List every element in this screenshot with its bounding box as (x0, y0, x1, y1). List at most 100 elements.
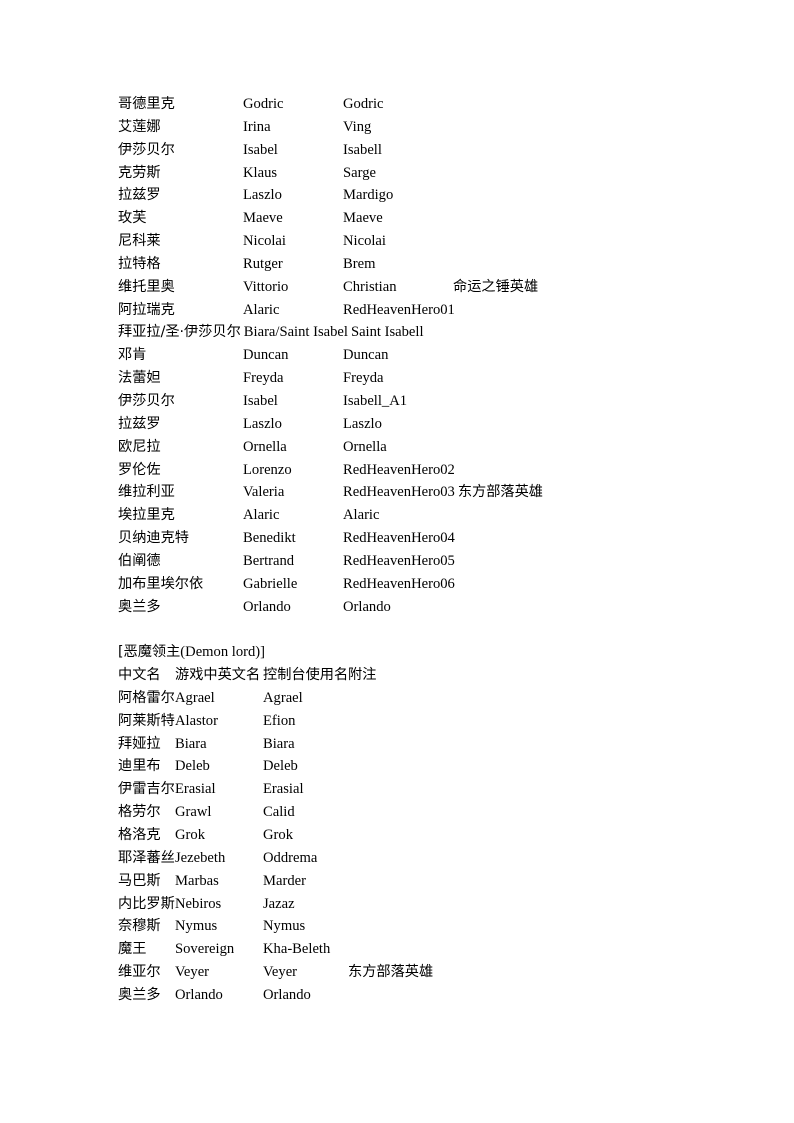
cell-ingame-english-name: Rutger (243, 255, 283, 272)
cell-console-name: Erasial (263, 781, 304, 798)
table-row: 迪里布 Deleb Deleb (118, 755, 678, 778)
cell-ingame-english-name: Bertrand (243, 552, 295, 569)
table-row: 阿莱斯特Alastor Efion (118, 710, 678, 733)
cell-ingame-english-name: Nicolai (243, 233, 286, 250)
table-row: 埃拉里克 Alaric Alaric (118, 504, 678, 527)
cell-ingame-english-name: Grok (175, 827, 205, 843)
cell-ingame-english-name: Biara/Saint Isabel (243, 324, 348, 341)
cell-ingame-english-name: Deleb (175, 758, 210, 775)
table-row: 维拉利亚 Valeria RedHeavenHero03 东方部落英雄 (118, 481, 678, 504)
cell-chinese-name: 维拉利亚 (118, 484, 175, 501)
demon-lord-header-row: 中文名 游戏中英文名 控制台使用名附注 (118, 664, 678, 687)
column-header-chinese-name: 中文名 (118, 667, 161, 684)
cell-ingame-english-name: Erasial (175, 781, 216, 798)
table-row: 阿格雷尔Agrael Agrael (118, 687, 678, 710)
document-page: 哥德里克 Godric Godric 艾莲娜 Irina Ving 伊莎贝尔 Isabel Is… (0, 0, 794, 1123)
cell-chinese-name: 格洛克 (118, 827, 161, 843)
table-row: 拉兹罗 Laszlo Mardigo (118, 184, 678, 207)
cell-chinese-name: 玫芙 (118, 210, 147, 227)
cell-note: 东方部落英雄 (457, 484, 543, 501)
cell-ingame-english-name: Isabel (243, 392, 278, 409)
table-row: 格洛克 Grok Grok (118, 824, 678, 847)
cell-ingame-english-name: Vittorio (243, 278, 289, 295)
cell-chinese-name: 伊雷吉尔 (118, 781, 175, 798)
cell-ingame-english-name: Ornella (243, 438, 287, 455)
cell-ingame-english-name: Biara (175, 735, 207, 752)
cell-chinese-name: 魔王 (118, 941, 147, 958)
table-row: 奈穆斯 Nymus Nymus (118, 915, 678, 938)
cell-chinese-name: 克劳斯 (118, 164, 161, 181)
cell-ingame-english-name: Marbas (175, 872, 219, 889)
column-header-console-name: 控制台使用名 (263, 667, 349, 684)
table-row: 格劳尔 Grawl Calid (118, 801, 678, 824)
cell-console-name: RedHeavenHero06 (343, 575, 455, 592)
cell-console-name: Grok (263, 827, 293, 843)
cell-console-name: Maeve (343, 210, 383, 227)
cell-ingame-english-name: Valeria (243, 484, 285, 501)
cell-ingame-english-name: Nebiros (175, 895, 222, 912)
cell-console-name: Biara (263, 735, 295, 752)
document-body: 哥德里克 Godric Godric 艾莲娜 Irina Ving 伊莎贝尔 Isabel Is… (118, 93, 678, 1007)
table-row: 维托里奥 Vittorio Christian 命运之锤英雄 (118, 276, 678, 299)
table-row: 艾莲娜 Irina Ving (118, 116, 678, 139)
table-row: 奥兰多 Orlando Orlando (118, 596, 678, 619)
table-row: 阿拉瑞克 Alaric RedHeavenHero01 (118, 299, 678, 322)
table-row: 魔王 Sovereign Kha-Beleth (118, 938, 678, 961)
cell-console-name: Isabell (343, 141, 382, 158)
cell-console-name: Mardigo (343, 187, 394, 204)
cell-chinese-name: 拜娅拉 (118, 735, 161, 752)
table-separator (118, 618, 678, 641)
cell-ingame-english-name: Godric (243, 96, 284, 112)
cell-chinese-name: 伊莎贝尔 (118, 392, 175, 409)
cell-console-name: RedHeavenHero04 (343, 530, 455, 547)
demon-lord-section-title-cn: [恶魔领主 (118, 644, 181, 661)
cell-chinese-name: 奈穆斯 (118, 918, 161, 935)
cell-console-name: RedHeavenHero01 (343, 301, 455, 318)
cell-console-name: Orlando (263, 986, 311, 1003)
cell-ingame-english-name: Orlando (243, 598, 291, 615)
cell-ingame-english-name: Jezebeth (175, 849, 226, 866)
cell-chinese-name: 奥兰多 (118, 598, 161, 615)
table-row: 法蕾妲 Freyda Freyda (118, 367, 678, 390)
demon-lord-section-title: [恶魔领主(Demon lord)] (118, 641, 678, 664)
cell-chinese-name: 马巴斯 (118, 872, 161, 889)
cell-chinese-name: 奥兰多 (118, 986, 161, 1003)
table-row: 罗伦佐 Lorenzo RedHeavenHero02 (118, 459, 678, 482)
table-row: 加布里埃尔依 Gabrielle RedHeavenHero06 (118, 573, 678, 596)
hero-name-table-haven: 哥德里克 Godric Godric 艾莲娜 Irina Ving 伊莎贝尔 Isabel Is… (118, 93, 678, 618)
table-row: 克劳斯 Klaus Sarge (118, 162, 678, 185)
cell-chinese-name: 欧尼拉 (118, 438, 161, 455)
cell-chinese-name: 内比罗斯 (118, 895, 175, 912)
cell-ingame-english-name: Grawl (175, 804, 212, 821)
table-row: 拉兹罗 Laszlo Laszlo (118, 413, 678, 436)
table-row: 邓肯 Duncan Duncan (118, 344, 678, 367)
cell-console-name: Oddrema (263, 849, 318, 866)
cell-console-name: RedHeavenHero02 (343, 461, 455, 478)
cell-ingame-english-name: Alaric (243, 507, 280, 524)
cell-console-name: Agrael (263, 689, 303, 706)
cell-chinese-name: 阿格雷尔 (118, 689, 175, 706)
cell-console-name: Efion (263, 712, 296, 729)
table-row: 欧尼拉 Ornella Ornella (118, 436, 678, 459)
cell-ingame-english-name: Gabrielle (243, 575, 298, 592)
cell-chinese-name: 拉特格 (118, 255, 161, 272)
cell-console-name: Nymus (263, 918, 306, 935)
cell-console-name: Duncan (343, 347, 389, 364)
cell-console-name: Alaric (343, 507, 380, 524)
cell-chinese-name: 迪里布 (118, 758, 161, 775)
column-header-note: 附注 (348, 667, 377, 684)
cell-ingame-english-name: Irina (243, 118, 271, 135)
cell-ingame-english-name: Freyda (243, 370, 284, 387)
cell-ingame-english-name: Veyer (175, 964, 210, 981)
table-row: 哥德里克 Godric Godric (118, 93, 678, 116)
cell-console-name: Brem (343, 255, 376, 272)
cell-console-name: Kha-Beleth (263, 941, 331, 958)
cell-ingame-english-name: Isabel (243, 141, 278, 158)
cell-console-name: Jazaz (263, 895, 295, 912)
cell-ingame-english-name: Sovereign (175, 941, 235, 958)
cell-ingame-english-name: Orlando (175, 986, 223, 1003)
cell-console-name: Ving (343, 118, 372, 135)
cell-console-name: Godric (343, 96, 384, 112)
table-row: 马巴斯 Marbas Marder (118, 870, 678, 893)
cell-chinese-name: 拉兹罗 (118, 415, 161, 432)
